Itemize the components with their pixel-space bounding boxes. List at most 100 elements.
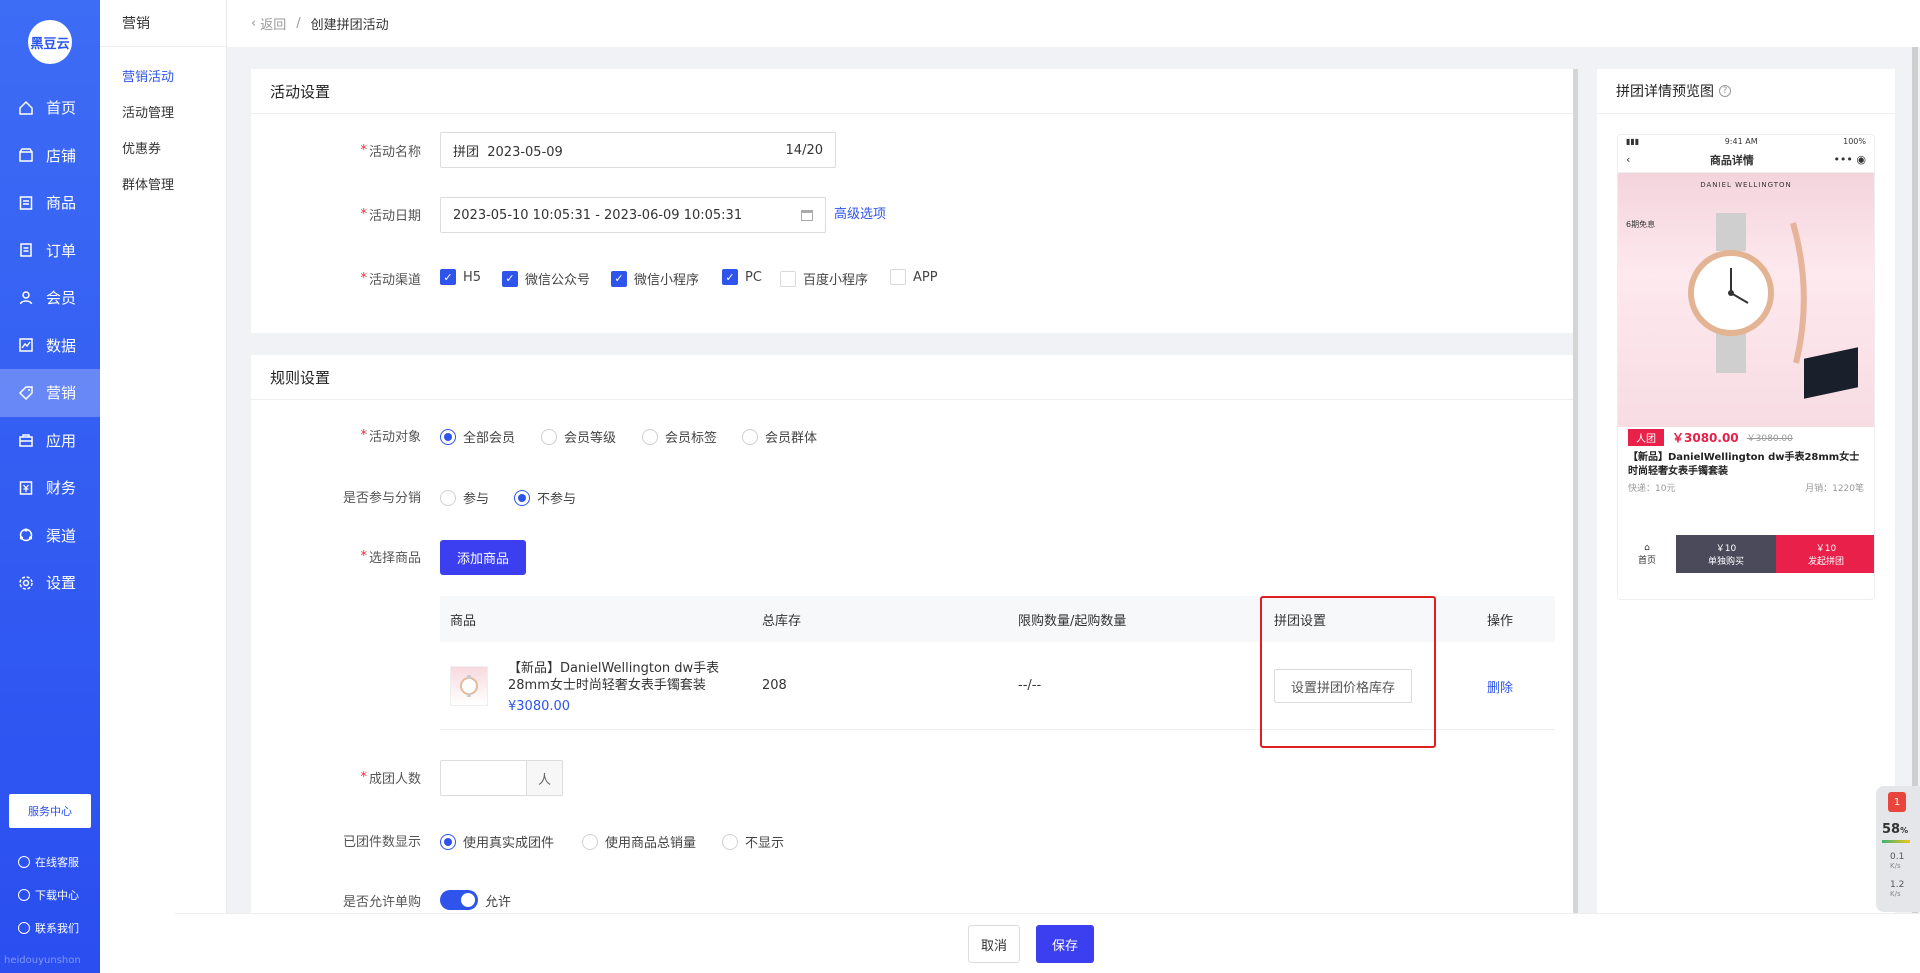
nav-item-member[interactable]: 会员 bbox=[0, 274, 100, 322]
service-center-button[interactable]: 服务中心 bbox=[9, 794, 91, 828]
required-mark: * bbox=[360, 270, 367, 286]
input-value: 2023-05-10 10:05:31 - 2023-06-09 10:05:3… bbox=[453, 207, 743, 223]
subnav-item-activity-manage[interactable]: 活动管理 bbox=[100, 93, 226, 129]
activity-name-input[interactable]: 拼团 2023-05-09 14/20 bbox=[440, 132, 836, 168]
nav-label: 营销 bbox=[46, 384, 77, 403]
target-level-radio[interactable]: 会员等级 bbox=[541, 427, 616, 446]
signal-icon: ▮▮▮ bbox=[1626, 136, 1640, 146]
preview-shipping: 快递：10元 bbox=[1628, 484, 1676, 494]
target-label: * 活动对象 bbox=[251, 425, 421, 445]
bottom-action-bar: 取消 保存 bbox=[175, 913, 1920, 973]
target-group-radio[interactable]: 会员群体 bbox=[742, 427, 817, 446]
download-speed: 1.2 bbox=[1890, 880, 1905, 890]
product-stock: 208 bbox=[762, 678, 787, 693]
delete-link[interactable]: 删除 bbox=[1487, 677, 1513, 696]
option-label: 会员标签 bbox=[665, 431, 718, 446]
sold-total-radio[interactable]: 使用商品总销量 bbox=[582, 832, 696, 851]
label-text: 已团件数显示 bbox=[342, 834, 421, 850]
save-button[interactable]: 保存 bbox=[1036, 925, 1094, 963]
nav-item-marketing[interactable]: 营销 bbox=[0, 369, 100, 417]
advanced-options-link[interactable]: 高级选项 bbox=[834, 203, 886, 222]
nav-item-channel[interactable]: 渠道 bbox=[0, 512, 100, 560]
info-icon: ? bbox=[1719, 85, 1731, 97]
channel-app-checkbox[interactable]: APP bbox=[890, 269, 938, 285]
sidebar-links: 在线客服 下载中心 联系我们 bbox=[18, 845, 79, 944]
activity-date-picker[interactable]: 2023-05-10 10:05:31 - 2023-06-09 10:05:3… bbox=[440, 197, 826, 233]
cpu-usage: 58% bbox=[1882, 822, 1909, 837]
card-title: 活动设置 bbox=[251, 69, 1573, 114]
input-value bbox=[441, 761, 526, 795]
status-time: 9:41 AM bbox=[1724, 136, 1758, 146]
product-image: DANIEL WELLINGTON 6期免息 bbox=[1618, 173, 1874, 427]
required-mark: * bbox=[360, 142, 367, 158]
label-text: 是否参与分销 bbox=[342, 490, 421, 506]
option-label: PC bbox=[745, 269, 762, 285]
contact-us-link[interactable]: 联系我们 bbox=[18, 911, 79, 944]
online-service-link[interactable]: 在线客服 bbox=[18, 845, 79, 878]
main-sidebar: 黑豆云 首页 店铺 商品 订单 会员 数据 营销 应用 财务 渠道 设置 服务中… bbox=[0, 0, 100, 973]
distribution-none-radio[interactable]: 不参与 bbox=[514, 488, 576, 507]
headset-icon bbox=[18, 855, 30, 868]
check-icon: ✓ bbox=[440, 269, 456, 285]
nav-item-order[interactable]: 订单 bbox=[0, 227, 100, 275]
label-text: 活动名称 bbox=[368, 144, 421, 160]
brand-banner: DANIEL WELLINGTON bbox=[1700, 181, 1792, 189]
col-limit: 限购数量/起购数量 bbox=[1018, 613, 1127, 629]
nav-label: 店铺 bbox=[46, 146, 77, 165]
system-monitor-widget[interactable]: 1 58% 0.1 K/s 1.2 K/s bbox=[1876, 786, 1920, 912]
channel-baidu-checkbox[interactable]: 百度小程序 bbox=[780, 269, 868, 288]
download-center-link[interactable]: 下载中心 bbox=[18, 878, 79, 911]
radio-dot bbox=[541, 428, 557, 445]
more-icon: ••• ◉ bbox=[1833, 153, 1866, 166]
link-label: 联系我们 bbox=[35, 921, 79, 935]
shop-icon bbox=[18, 147, 34, 163]
subnav-item-activities[interactable]: 营销活动 bbox=[100, 57, 226, 93]
nav-label: 首页 bbox=[46, 99, 77, 118]
toggle-switch bbox=[440, 890, 478, 910]
phone-nav-bar: ‹ 商品详情 ••• ◉ bbox=[1618, 147, 1874, 173]
channel-wechat-mp-checkbox[interactable]: ✓ 微信公众号 bbox=[502, 269, 590, 288]
add-goods-button[interactable]: 添加商品 bbox=[440, 540, 526, 575]
nav-label: 设置 bbox=[46, 574, 77, 593]
brand-logo[interactable]: 黑豆云 bbox=[28, 20, 72, 64]
nav-item-goods[interactable]: 商品 bbox=[0, 179, 100, 227]
subnav-item-coupons[interactable]: 优惠券 bbox=[100, 129, 226, 165]
target-all-radio[interactable]: 全部会员 bbox=[440, 427, 515, 446]
target-tag-radio[interactable]: 会员标签 bbox=[642, 427, 717, 446]
content-scrollbar[interactable] bbox=[1573, 69, 1578, 913]
distribution-join-radio[interactable]: 参与 bbox=[440, 488, 489, 507]
single-buy-toggle[interactable]: 允许 bbox=[440, 890, 511, 910]
main-nav: 首页 店铺 商品 订单 会员 数据 营销 应用 财务 渠道 设置 bbox=[0, 84, 100, 607]
preview-product-name: 【新品】DanielWellington dw手表28mm女士时尚轻奢女表手镯套… bbox=[1628, 452, 1860, 477]
sold-hidden-radio[interactable]: 不显示 bbox=[722, 832, 784, 851]
nav-label: 订单 bbox=[46, 241, 77, 260]
nav-item-shop[interactable]: 店铺 bbox=[0, 132, 100, 180]
group-size-label: * 成团人数 bbox=[251, 767, 421, 787]
card-title: 规则设置 bbox=[251, 355, 1573, 400]
breadcrumb-separator: / bbox=[296, 16, 301, 31]
nav-item-finance[interactable]: 财务 bbox=[0, 464, 100, 512]
cancel-button[interactable]: 取消 bbox=[968, 925, 1020, 963]
group-size-input[interactable]: 人 bbox=[440, 760, 563, 796]
channel-wechat-mini-checkbox[interactable]: ✓ 微信小程序 bbox=[611, 269, 699, 288]
group-badge: 人团 bbox=[1628, 428, 1664, 446]
app-root: 黑豆云 首页 店铺 商品 订单 会员 数据 营销 应用 财务 渠道 设置 服务中… bbox=[0, 0, 1920, 973]
monitor-badge: 1 bbox=[1893, 796, 1901, 808]
sold-real-radio[interactable]: 使用真实成团件 bbox=[440, 832, 554, 851]
back-link[interactable]: ‹ 返回 bbox=[251, 14, 286, 33]
nav-item-data[interactable]: 数据 bbox=[0, 322, 100, 370]
cpu-value: 58 bbox=[1882, 822, 1901, 837]
nav-item-settings[interactable]: 设置 bbox=[0, 559, 100, 607]
upload-unit: K/s bbox=[1890, 862, 1901, 870]
subnav-item-groups[interactable]: 群体管理 bbox=[100, 165, 226, 201]
home-icon bbox=[18, 100, 34, 116]
channel-h5-checkbox[interactable]: ✓ H5 bbox=[440, 269, 481, 285]
nav-item-home[interactable]: 首页 bbox=[0, 84, 100, 132]
channel-pc-checkbox[interactable]: ✓ PC bbox=[722, 269, 762, 285]
activity-name-label: * 活动名称 bbox=[251, 140, 421, 160]
watch-illustration bbox=[1688, 213, 1807, 373]
col-goods: 商品 bbox=[450, 613, 477, 629]
nav-item-apps[interactable]: 应用 bbox=[0, 417, 100, 465]
buy-label: 单独购买 bbox=[1707, 557, 1744, 567]
required-mark: * bbox=[360, 427, 367, 443]
